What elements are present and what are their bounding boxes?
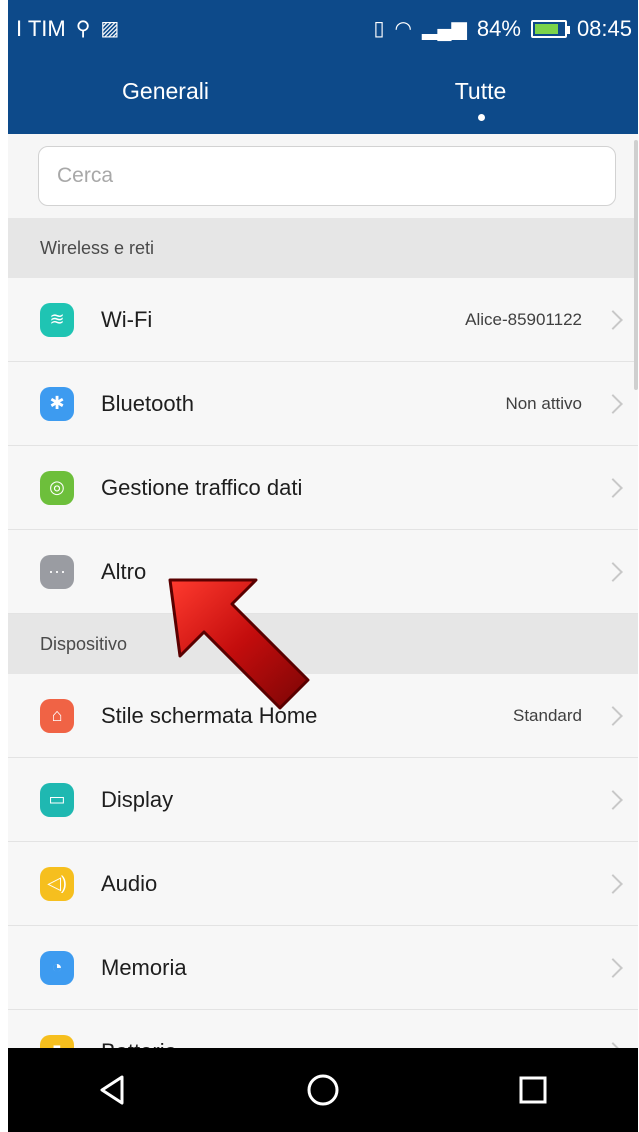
wifi-icon: ≋ bbox=[40, 302, 74, 337]
home-circle-icon bbox=[307, 1074, 339, 1106]
battery-setting-icon: ▮ bbox=[40, 1034, 74, 1048]
wifi-status-icon: ◠ bbox=[394, 18, 412, 40]
more-icon: ··· bbox=[40, 554, 74, 589]
display-icon: ▭ bbox=[40, 782, 74, 817]
tab-bar: Generali Tutte bbox=[8, 78, 638, 128]
chevron-right-icon bbox=[603, 477, 623, 498]
recents-button[interactable] bbox=[493, 1060, 573, 1120]
setting-memoria[interactable]: ◔ Memoria bbox=[8, 926, 638, 1010]
chevron-right-icon bbox=[603, 789, 623, 810]
setting-display[interactable]: ▭ Display bbox=[8, 758, 638, 842]
back-button[interactable] bbox=[73, 1060, 153, 1120]
setting-batteria[interactable]: ▮ Batteria bbox=[8, 1010, 638, 1048]
setting-data-traffic[interactable]: ◎ Gestione traffico dati bbox=[8, 446, 638, 530]
settings-list: Cerca Wireless e reti ≋ Wi-Fi Alice-8590… bbox=[8, 134, 638, 1048]
carrier-label: I TIM bbox=[16, 16, 66, 41]
chevron-right-icon bbox=[603, 561, 623, 582]
usb-icon: ⚲ bbox=[75, 18, 91, 40]
battery-icon bbox=[530, 20, 570, 38]
search-input[interactable]: Cerca bbox=[38, 146, 616, 206]
chevron-right-icon bbox=[603, 393, 623, 414]
chevron-right-icon bbox=[603, 705, 623, 726]
setting-altro[interactable]: ··· Altro bbox=[8, 530, 638, 614]
home-icon: ⌂ bbox=[40, 698, 74, 733]
data-traffic-icon: ◎ bbox=[40, 470, 74, 505]
settings-screen: I TIM ⚲ ▨ ▯ ◠ ▂▄▆ 84% 08:45 Generali Tut… bbox=[8, 0, 638, 1132]
setting-bluetooth[interactable]: ✱ Bluetooth Non attivo bbox=[8, 362, 638, 446]
status-bar: I TIM ⚲ ▨ ▯ ◠ ▂▄▆ 84% 08:45 bbox=[8, 0, 638, 58]
chevron-right-icon bbox=[603, 873, 623, 894]
active-tab-indicator bbox=[477, 114, 485, 121]
vibrate-icon: ▯ bbox=[373, 18, 385, 40]
chevron-right-icon bbox=[603, 309, 623, 330]
tab-tutte[interactable]: Tutte bbox=[323, 78, 638, 128]
header-bar: I TIM ⚲ ▨ ▯ ◠ ▂▄▆ 84% 08:45 Generali Tut… bbox=[8, 0, 638, 134]
chevron-right-icon bbox=[603, 957, 623, 978]
back-icon bbox=[100, 1075, 124, 1105]
audio-icon: ◁) bbox=[40, 866, 74, 901]
home-button[interactable] bbox=[283, 1060, 363, 1120]
setting-home-style[interactable]: ⌂ Stile schermata Home Standard bbox=[8, 674, 638, 758]
section-header-device: Dispositivo bbox=[8, 614, 638, 674]
setting-wifi[interactable]: ≋ Wi-Fi Alice-85901122 bbox=[8, 278, 638, 362]
navigation-bar bbox=[8, 1048, 638, 1132]
bluetooth-icon: ✱ bbox=[40, 386, 74, 421]
scrollbar[interactable] bbox=[634, 140, 638, 390]
section-header-wireless: Wireless e reti bbox=[8, 218, 638, 278]
clock: 08:45 bbox=[576, 16, 632, 41]
memory-icon: ◔ bbox=[40, 950, 74, 985]
tab-generali[interactable]: Generali bbox=[8, 78, 323, 128]
battery-percent: 84% bbox=[476, 16, 521, 41]
image-notification-icon: ▨ bbox=[100, 18, 120, 40]
setting-audio[interactable]: ◁) Audio bbox=[8, 842, 638, 926]
signal-icon: ▂▄▆ bbox=[421, 18, 467, 40]
recents-icon bbox=[519, 1076, 547, 1104]
